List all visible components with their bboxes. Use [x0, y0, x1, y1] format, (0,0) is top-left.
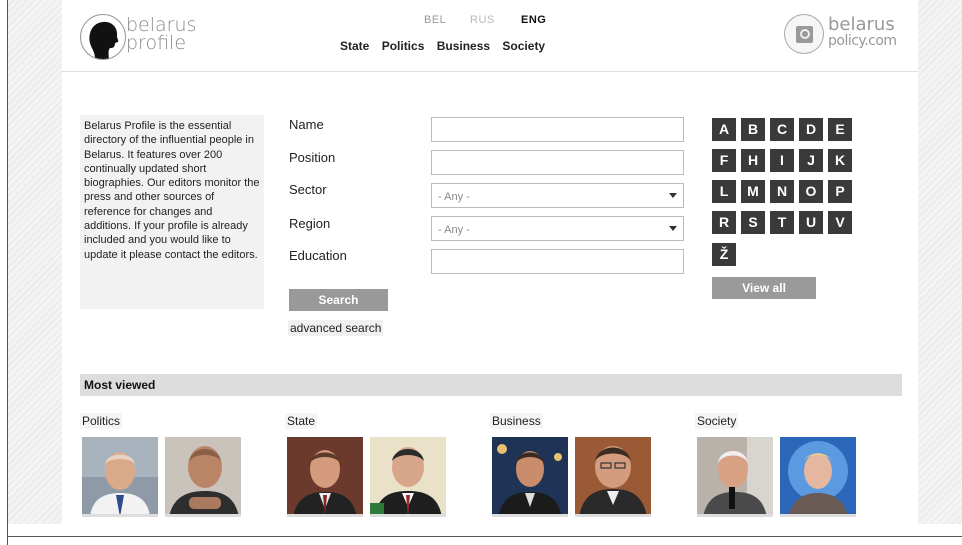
letter-h[interactable]: H: [741, 149, 765, 172]
policy-logo-word-2: policy.com: [828, 33, 897, 49]
education-input[interactable]: [431, 249, 684, 274]
letter-v[interactable]: V: [828, 211, 852, 234]
search-button[interactable]: Search: [289, 289, 388, 311]
view-all-button[interactable]: View all: [712, 277, 816, 299]
category-state[interactable]: State: [285, 413, 318, 429]
policy-logo-text: belarus policy.com: [828, 16, 897, 50]
letter-u[interactable]: U: [799, 211, 823, 234]
name-input[interactable]: [431, 117, 684, 142]
person-photo[interactable]: [165, 437, 241, 517]
person-photo[interactable]: [575, 437, 651, 517]
letter-r[interactable]: R: [712, 211, 736, 234]
sector-select[interactable]: - Any -: [431, 183, 684, 208]
letter-f[interactable]: F: [712, 149, 736, 172]
logo-word-2: profile: [126, 32, 187, 54]
nav-politics[interactable]: Politics: [382, 39, 425, 53]
letter-p[interactable]: P: [828, 180, 852, 203]
policy-logo-word-1: belarus: [828, 14, 895, 35]
head-silhouette-icon: [80, 14, 126, 60]
nav-business[interactable]: Business: [437, 39, 490, 53]
letter-m[interactable]: M: [741, 180, 765, 203]
main-nav: State Politics Business Society: [340, 39, 554, 53]
page-frame: belarus profile BEL RUS ENG State Politi…: [0, 0, 962, 545]
name-label: Name: [289, 117, 324, 132]
letter-d[interactable]: D: [799, 118, 823, 141]
person-photo[interactable]: [780, 437, 856, 517]
advanced-search-link[interactable]: advanced search: [288, 320, 384, 336]
letter-s[interactable]: S: [741, 211, 765, 234]
letter-i[interactable]: I: [770, 149, 794, 172]
sector-label: Sector: [289, 182, 327, 197]
education-label: Education: [289, 248, 347, 263]
background-left: [8, 0, 62, 524]
search-magnifier-icon: [784, 14, 824, 54]
lang-bel[interactable]: BEL: [424, 14, 446, 26]
frame-bottom-border: [7, 536, 962, 537]
person-photo[interactable]: [697, 437, 773, 517]
category-business[interactable]: Business: [490, 413, 543, 429]
logo-text: belarus profile: [126, 16, 196, 54]
background-right: [918, 0, 962, 524]
region-select-value: - Any -: [438, 224, 470, 236]
sector-select-value: - Any -: [438, 191, 470, 203]
nav-society[interactable]: Society: [502, 39, 545, 53]
letter-n[interactable]: N: [770, 180, 794, 203]
person-photo[interactable]: [492, 437, 568, 517]
letter-o[interactable]: O: [799, 180, 823, 203]
person-photo[interactable]: [82, 437, 158, 517]
letter-k[interactable]: K: [828, 149, 852, 172]
letter-l[interactable]: L: [712, 180, 736, 203]
letter-b[interactable]: B: [741, 118, 765, 141]
letter-c[interactable]: C: [770, 118, 794, 141]
letter-e[interactable]: E: [828, 118, 852, 141]
person-photo[interactable]: [287, 437, 363, 517]
region-select[interactable]: - Any -: [431, 216, 684, 241]
letter-j[interactable]: J: [799, 149, 823, 172]
belarus-profile-logo[interactable]: belarus profile: [80, 10, 200, 66]
category-politics[interactable]: Politics: [80, 413, 123, 429]
intro-text: Belarus Profile is the essential directo…: [80, 115, 264, 309]
nav-state[interactable]: State: [340, 39, 369, 53]
belarus-policy-logo[interactable]: belarus policy.com: [784, 12, 918, 58]
chevron-down-icon: [669, 193, 677, 198]
chevron-down-icon: [669, 226, 677, 231]
position-input[interactable]: [431, 150, 684, 175]
letter-a[interactable]: A: [712, 118, 736, 141]
position-label: Position: [289, 150, 336, 165]
frame-left-border: [7, 0, 8, 545]
letter-t[interactable]: T: [770, 211, 794, 234]
lang-eng[interactable]: ENG: [521, 14, 546, 26]
lang-rus[interactable]: RUS: [470, 14, 495, 26]
most-viewed-header: Most viewed: [80, 374, 902, 396]
region-label: Region: [289, 216, 331, 231]
person-photo[interactable]: [370, 437, 446, 517]
page-content: belarus profile BEL RUS ENG State Politi…: [62, 0, 918, 524]
letter-z-caron[interactable]: Ž: [712, 243, 736, 266]
header: belarus profile BEL RUS ENG State Politi…: [62, 0, 918, 72]
category-society[interactable]: Society: [695, 413, 739, 429]
